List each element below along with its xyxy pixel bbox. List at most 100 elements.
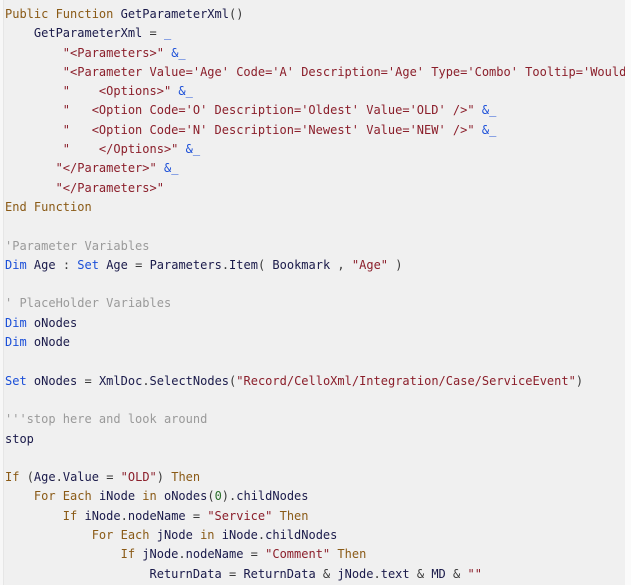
code-line[interactable] — [5, 217, 631, 236]
code-token-op: ) — [156, 470, 172, 485]
code-line[interactable]: Dim oNode — [5, 333, 631, 352]
code-line[interactable]: "</Parameters>" — [5, 179, 631, 198]
code-line[interactable]: Dim Age : Set Age = Parameters.Item( Boo… — [5, 256, 631, 275]
code-line[interactable]: GetParameterXml = _ — [5, 24, 631, 43]
code-line[interactable]: If (Age.Value = "OLD") Then — [5, 468, 631, 487]
code-line[interactable]: For Each iNode in oNodes(0).childNodes — [5, 487, 631, 506]
code-line[interactable] — [5, 449, 631, 468]
code-line[interactable]: " <Option Code='N' Description='Newest' … — [5, 121, 631, 140]
code-token-str: "</Parameters>" — [55, 180, 164, 195]
code-token-kw: For Each — [91, 528, 157, 543]
code-line[interactable]: Dim oNodes — [5, 314, 631, 333]
code-line[interactable] — [5, 391, 631, 410]
code-token-op: & — [445, 566, 468, 581]
editor-right-margin-strip — [625, 0, 631, 585]
code-token-idt: jNode — [156, 528, 193, 543]
code-token-op: = — [127, 257, 150, 272]
code-line[interactable]: stop — [5, 430, 631, 449]
code-token-kw: Public Function — [5, 7, 121, 21]
code-token-idt: ReturnData — [243, 566, 316, 581]
code-line[interactable] — [5, 275, 631, 294]
code-token-idt: iNode — [98, 489, 136, 504]
code-editor-pane[interactable]: Public Function GetParameterXml() GetPar… — [0, 0, 631, 585]
code-token-str: "" — [467, 566, 482, 581]
code-token-idt: text — [380, 566, 410, 581]
code-token-idt: oNodes — [33, 315, 78, 330]
code-token-kw: If — [62, 508, 85, 523]
code-line[interactable]: " <Options>" &_ — [5, 82, 631, 101]
code-token-idt: nodeName — [127, 508, 186, 523]
code-token-kw2: &_ — [163, 161, 179, 176]
code-line[interactable]: '''stop here and look around — [5, 410, 631, 429]
code-token-idt: nodeName — [185, 547, 244, 562]
code-token-kw: If — [5, 470, 27, 485]
code-token-op: ( — [207, 489, 215, 504]
code-line[interactable]: 'Parameter Variables — [5, 237, 631, 256]
code-token-op: = — [221, 566, 244, 581]
code-line[interactable]: If iNode.nodeName = "Service" Then — [5, 507, 631, 526]
code-token-op: . — [120, 508, 128, 523]
code-token-op: ) — [388, 257, 403, 272]
code-token-kw2: Dim — [5, 335, 34, 350]
code-line[interactable]: " </Options>" &_ — [5, 140, 631, 159]
code-text-area[interactable]: Public Function GetParameterXml() GetPar… — [5, 5, 631, 585]
code-token-kw: For Each — [33, 489, 99, 504]
code-token-kw2: &_ — [171, 45, 186, 60]
code-token-idt: iNode — [84, 508, 121, 523]
code-token-kw: Then — [171, 470, 201, 485]
code-token-str: "Service" — [207, 508, 273, 523]
code-line[interactable]: "<Parameters>" &_ — [5, 44, 631, 63]
code-line[interactable]: "<Parameter Value='Age' Code='A' Descrip… — [5, 63, 631, 82]
code-line[interactable]: ReturnData = ReturnData & jNode.text & M… — [5, 565, 631, 584]
code-token-op: . — [55, 470, 63, 485]
code-token-op: . — [142, 373, 150, 388]
code-line[interactable]: End Function — [5, 198, 631, 217]
code-token-op: & — [315, 566, 338, 581]
code-line[interactable]: "</Parameter>" &_ — [5, 159, 631, 178]
code-token-idt: Age — [106, 257, 128, 272]
code-token-str: " <Options>" — [62, 84, 172, 99]
code-token-com: '''stop here and look around — [5, 412, 208, 427]
code-token-op: & — [409, 566, 432, 581]
code-token-kw2: &_ — [185, 142, 201, 157]
code-token-str: "Age" — [351, 257, 389, 272]
code-line[interactable]: " <Option Code='O' Description='Oldest' … — [5, 101, 631, 120]
code-token-op: () — [228, 7, 244, 21]
code-token-idt: oNode — [33, 335, 71, 350]
code-token-kw: If — [120, 547, 143, 562]
code-token-op: = — [77, 373, 99, 388]
code-token-kw2: &_ — [481, 103, 497, 118]
code-token-idt: childNodes — [236, 489, 309, 504]
code-token-kw2: &_ — [178, 84, 193, 99]
code-line[interactable]: Set oNodes = XmlDoc.SelectNodes("Record/… — [5, 372, 631, 391]
code-line[interactable]: If jNode.nodeName = "Comment" Then — [5, 545, 631, 564]
code-token-idt: XmlDoc — [98, 373, 143, 388]
code-token-op: . — [373, 566, 381, 581]
code-token-idt: stop — [5, 431, 34, 446]
code-token-idt: Parameters — [149, 257, 222, 272]
code-token-op: . — [221, 257, 230, 272]
code-line[interactable]: Public Function GetParameterXml() — [5, 5, 631, 24]
code-token-idt: Item — [229, 257, 258, 272]
code-line[interactable]: ' PlaceHolder Variables — [5, 294, 631, 313]
code-token-kw2: _ — [163, 26, 172, 41]
code-token-str: "Record/CelloXml/Integration/Case/Servic… — [236, 373, 576, 388]
code-token-idt: ReturnData — [149, 566, 222, 581]
code-token-kw: in — [192, 528, 222, 543]
code-token-kw2: Dim — [5, 315, 34, 330]
code-line[interactable] — [5, 352, 631, 371]
code-line[interactable]: For Each jNode in iNode.childNodes — [5, 526, 631, 545]
code-token-idt: Age — [33, 470, 56, 485]
